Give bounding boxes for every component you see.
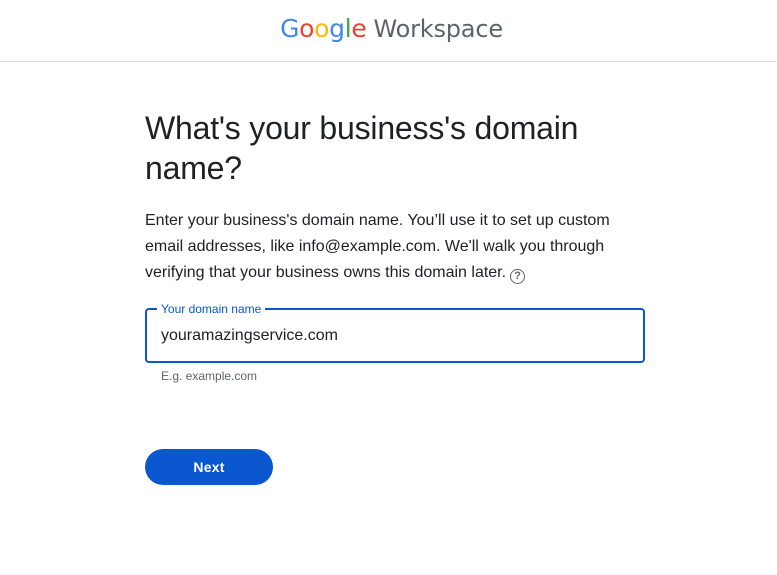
- google-workspace-logo: Google Workspace: [280, 16, 503, 41]
- description: Enter your business's domain name. You’l…: [145, 208, 635, 286]
- logo-letter: l: [344, 14, 352, 43]
- logo-letter: o: [314, 14, 330, 43]
- main-content: What's your business's domain name? Ente…: [145, 108, 645, 383]
- description-text: Enter your business's domain name. You’l…: [145, 212, 610, 281]
- domain-field[interactable]: Your domain name: [145, 302, 645, 363]
- domain-input[interactable]: [161, 310, 631, 361]
- product-name: Workspace: [373, 15, 504, 43]
- logo-letter: g: [329, 14, 345, 43]
- page-title: What's your business's domain name?: [145, 110, 579, 186]
- header: Google Workspace: [0, 0, 777, 62]
- next-button[interactable]: Next: [145, 449, 273, 485]
- help-circle-icon[interactable]: ?: [510, 269, 526, 284]
- logo-letter: o: [299, 14, 315, 43]
- domain-hint: E.g. example.com: [161, 369, 258, 383]
- logo-letter: e: [351, 14, 367, 43]
- logo-letter: G: [280, 14, 300, 43]
